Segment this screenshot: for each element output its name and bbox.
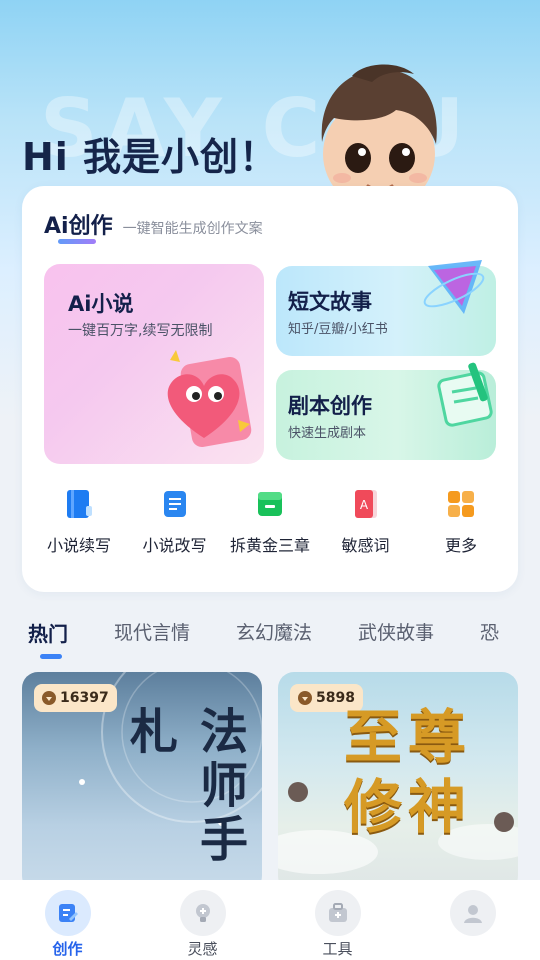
tab-horror[interactable]: 恐 xyxy=(480,618,499,662)
tool-novel-continue[interactable]: 小说续写 xyxy=(34,488,124,572)
tab-hot[interactable]: 热门 xyxy=(28,618,68,662)
nav-label: 工具 xyxy=(322,940,353,958)
toolbox-icon xyxy=(328,903,347,922)
tab-modern-romance[interactable]: 现代言情 xyxy=(114,618,190,662)
nav-icon-bg xyxy=(179,890,226,936)
ai-novel-title: Ai小说 xyxy=(68,292,134,316)
short-story-title: 短文故事 xyxy=(288,290,372,314)
ai-card-subtitle: 一键智能生成创作文案 xyxy=(122,221,263,237)
profile-icon xyxy=(463,905,482,923)
tool-sensitive-words[interactable]: A 敏感词 xyxy=(321,488,411,572)
ai-novel-tile[interactable]: Ai小说 一键百万字,续写无限制 xyxy=(44,264,264,464)
nav-tools[interactable]: 工具 xyxy=(270,880,405,960)
heart-book-icon xyxy=(167,350,252,447)
lightbulb-icon xyxy=(195,904,210,922)
short-story-desc: 知乎/豆瓣/小红书 xyxy=(288,322,388,337)
nav-label: 灵感 xyxy=(187,940,218,958)
tool-label: 拆黄金三章 xyxy=(229,536,310,555)
category-tabs: 热门 现代言情 玄幻魔法 武侠故事 恐 xyxy=(28,618,540,662)
video-play-icon xyxy=(423,260,485,314)
tab-martial-arts[interactable]: 武侠故事 xyxy=(358,618,434,662)
nav-profile[interactable] xyxy=(405,880,540,960)
notebook-pen-icon xyxy=(437,362,493,427)
greeting-title: Hi 我是小创！ xyxy=(22,135,279,179)
tool-more[interactable]: 更多 xyxy=(416,488,506,572)
book-title: 至尊修神 xyxy=(343,703,472,841)
nav-icon-bg xyxy=(44,890,91,936)
tools-row: 小说续写 小说改写 拆黄金三章 A 敏感词 更多 xyxy=(34,488,506,572)
edit-icon xyxy=(58,904,78,922)
ai-card-title: Ai创作 xyxy=(44,208,113,244)
tool-novel-rewrite[interactable]: 小说改写 xyxy=(130,488,220,572)
tool-split-chapters[interactable]: 拆黄金三章 xyxy=(225,488,315,572)
nav-create[interactable]: 创作 xyxy=(0,880,135,960)
book-card[interactable]: 16397 法师手札 xyxy=(22,672,262,892)
box-icon xyxy=(258,492,282,516)
warning-book-icon: A xyxy=(354,490,377,518)
tool-label: 敏感词 xyxy=(341,536,390,555)
ai-card-header: Ai创作 一键智能生成创作文案 xyxy=(44,208,263,244)
book-title: 法师手札 xyxy=(121,706,247,868)
popularity-count: 16397 xyxy=(60,690,109,706)
tool-label: 更多 xyxy=(444,536,477,555)
nav-icon-bg xyxy=(449,890,496,936)
nav-label: 创作 xyxy=(52,940,83,958)
svg-text:A: A xyxy=(359,498,368,512)
ai-novel-desc: 一键百万字,续写无限制 xyxy=(68,323,213,339)
grid-icon xyxy=(448,491,474,517)
bottom-navigation: 创作 灵感 工具 xyxy=(0,880,540,960)
tool-label: 小说续写 xyxy=(46,536,111,555)
nav-icon-bg xyxy=(314,890,361,936)
book-icon xyxy=(67,490,92,518)
heat-icon xyxy=(42,691,56,705)
tool-label: 小说改写 xyxy=(142,536,207,555)
nav-inspiration[interactable]: 灵感 xyxy=(135,880,270,960)
tab-fantasy-magic[interactable]: 玄幻魔法 xyxy=(236,618,312,662)
scroll-icon xyxy=(163,491,186,517)
ai-creation-card: Ai创作 一键智能生成创作文案 Ai小说 一键百万字,续写无限制 短文故事 知乎… xyxy=(22,186,518,592)
script-desc: 快速生成剧本 xyxy=(288,426,367,441)
book-card[interactable]: 5898 至尊修神 xyxy=(278,672,518,892)
heat-icon xyxy=(298,691,312,705)
script-title: 剧本创作 xyxy=(288,394,372,418)
popularity-badge: 16397 xyxy=(34,684,117,712)
